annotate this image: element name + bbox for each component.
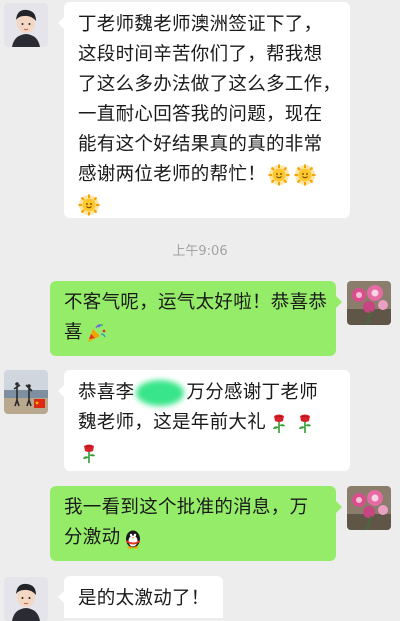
message-text: 魏老师，这是年前大礼 <box>78 412 267 433</box>
redaction-mask <box>136 380 185 406</box>
bubble-tail <box>336 296 342 308</box>
message-line-with-emoji: 喜 <box>64 318 336 348</box>
sun-emoji-icon <box>294 164 317 186</box>
message-bubble-incoming[interactable]: 恭喜李 万分感谢丁老师 魏老师，这是年前大礼 <box>58 370 350 471</box>
message-text: 恭喜李 <box>78 382 135 403</box>
message-line: 是的太激动了！ <box>78 588 210 609</box>
rose-emoji-icon <box>82 443 96 464</box>
contact-avatar[interactable] <box>4 3 48 47</box>
message-line: 丁老师魏老师澳洲签证下了， <box>78 14 323 35</box>
message-line: 不客气呢，运气太好啦！恭喜恭 <box>64 292 328 313</box>
penguin-emoji-icon <box>126 530 141 549</box>
message-line-emoji <box>78 438 350 468</box>
rose-emoji-icon <box>298 413 312 434</box>
boy-cartoon-avatar-icon <box>4 577 48 621</box>
sun-emoji-icon <box>268 164 291 186</box>
bubble-tail <box>58 591 64 603</box>
message-line-with-emoji: 魏老师，这是年前大礼 <box>78 408 350 438</box>
message-bubble-outgoing[interactable]: 我一看到这个批准的消息，万 分激动 <box>50 486 342 561</box>
chat-window: 丁老师魏老师澳洲签证下了， 这段时间辛苦你们了，帮我想 了这么多办法做了这么多工… <box>0 0 400 621</box>
my-avatar[interactable] <box>347 281 391 325</box>
message-line-redacted: 恭喜李 万分感谢丁老师 <box>78 378 350 408</box>
bubble-tail <box>58 385 64 397</box>
message-line: 了这么多办法做了这么多工作， <box>78 74 342 95</box>
bubble-tail <box>336 501 342 513</box>
flower-avatar-icon <box>347 486 391 530</box>
message-text: 喜 <box>64 322 83 343</box>
message-text: 分激动 <box>64 527 121 548</box>
boy-cartoon-avatar-icon <box>4 3 48 47</box>
beach-photo-avatar-icon <box>4 370 48 414</box>
message-line: 这段时间辛苦你们了，帮我想 <box>78 44 323 65</box>
bubble-tail <box>58 17 64 29</box>
message-line: 我一看到这个批准的消息，万 <box>64 497 309 518</box>
message-bubble-outgoing[interactable]: 不客气呢，运气太好啦！恭喜恭 喜 <box>50 281 342 356</box>
sun-emoji-icon <box>78 194 100 216</box>
message-line: 一直耐心回答我的问题，现在 <box>78 104 323 125</box>
party-popper-emoji-icon <box>87 324 106 342</box>
message-text: 感谢两位老师的帮忙！ <box>78 164 267 185</box>
contact-avatar[interactable] <box>4 370 48 414</box>
message-line-with-emoji: 感谢两位老师的帮忙！ <box>78 160 350 190</box>
message-text: 万分感谢丁老师 <box>186 382 319 403</box>
my-avatar[interactable] <box>347 486 391 530</box>
contact-avatar[interactable] <box>4 577 48 621</box>
flower-avatar-icon <box>347 281 391 325</box>
message-line-emoji <box>78 190 350 220</box>
message-bubble-incoming[interactable]: 丁老师魏老师澳洲签证下了， 这段时间辛苦你们了，帮我想 了这么多办法做了这么多工… <box>58 2 350 220</box>
message-timestamp: 上午9:06 <box>172 244 228 259</box>
message-line: 能有这个好结果真的真的非常 <box>78 134 323 155</box>
rose-emoji-icon <box>272 413 286 434</box>
message-line-with-emoji: 分激动 <box>64 523 336 553</box>
message-bubble-incoming[interactable]: 是的太激动了！ <box>58 576 223 618</box>
